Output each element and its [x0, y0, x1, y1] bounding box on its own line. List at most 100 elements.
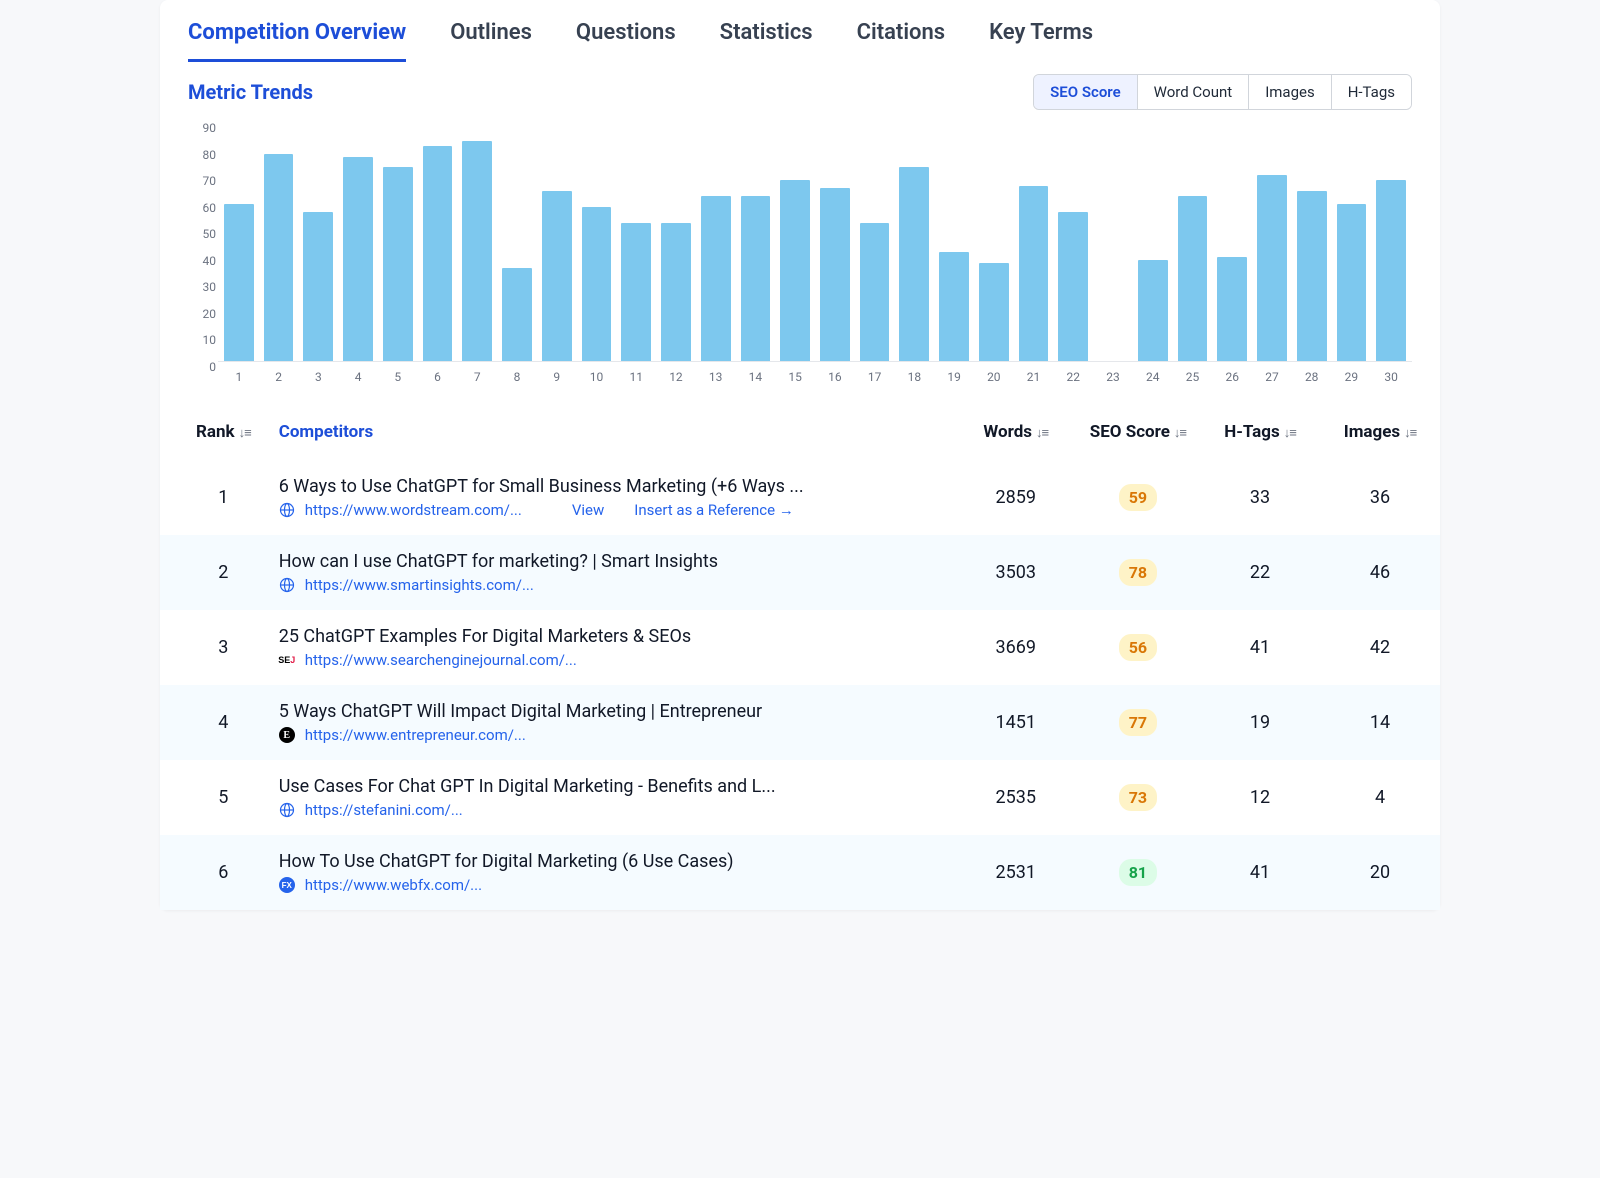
tab-key-terms[interactable]: Key Terms [989, 12, 1093, 62]
x-tick: 23 [1098, 370, 1128, 384]
x-tick: 14 [741, 370, 771, 384]
favicon-icon [279, 802, 295, 818]
rank-cell: 4 [160, 685, 265, 760]
x-tick: 25 [1178, 370, 1208, 384]
bar [661, 223, 691, 361]
seo-badge: 78 [1119, 559, 1157, 586]
rank-cell: 6 [160, 835, 265, 910]
bar [502, 268, 532, 361]
images-cell: 36 [1320, 460, 1440, 535]
competitor-url[interactable]: https://www.searchenginejournal.com/... [305, 651, 577, 669]
rank-cell: 1 [160, 460, 265, 535]
favicon-icon: FX [279, 877, 295, 893]
words-cell: 2535 [956, 760, 1076, 835]
competitor-cell: Use Cases For Chat GPT In Digital Market… [265, 760, 956, 835]
htags-cell: 19 [1200, 685, 1320, 760]
competitor-url[interactable]: https://www.webfx.com/... [305, 876, 482, 894]
htags-cell: 33 [1200, 460, 1320, 535]
sort-icon: ↓≡ [1036, 425, 1048, 441]
seo-cell: 78 [1076, 535, 1200, 610]
metric-trends-chart: 9080706050403020100 12345678910111213141… [160, 114, 1440, 404]
col-htags[interactable]: H-Tags↓≡ [1200, 404, 1320, 460]
col-words[interactable]: Words↓≡ [956, 404, 1076, 460]
tab-statistics[interactable]: Statistics [720, 12, 813, 62]
competitor-title: How To Use ChatGPT for Digital Marketing… [279, 851, 942, 872]
competitor-url[interactable]: https://www.smartinsights.com/... [305, 576, 534, 594]
seo-badge: 77 [1119, 709, 1157, 736]
x-tick: 29 [1337, 370, 1367, 384]
favicon-icon: E [279, 727, 295, 743]
insert-reference-link[interactable]: Insert as a Reference → [634, 501, 794, 519]
tabs: Competition Overview Outlines Questions Sta… [160, 0, 1440, 62]
x-tick: 27 [1257, 370, 1287, 384]
competitor-url[interactable]: https://stefanini.com/... [305, 801, 463, 819]
table-row[interactable]: 45 Ways ChatGPT Will Impact Digital Mark… [160, 685, 1440, 760]
table-row[interactable]: 325 ChatGPT Examples For Digital Markete… [160, 610, 1440, 685]
seo-cell: 59 [1076, 460, 1200, 535]
table-row[interactable]: 2How can I use ChatGPT for marketing? | … [160, 535, 1440, 610]
bar [741, 196, 771, 361]
metric-images[interactable]: Images [1248, 75, 1331, 109]
x-tick: 5 [383, 370, 413, 384]
bar [462, 141, 492, 361]
x-tick: 3 [303, 370, 333, 384]
seo-cell: 73 [1076, 760, 1200, 835]
words-cell: 2531 [956, 835, 1076, 910]
metric-h-tags[interactable]: H-Tags [1331, 75, 1411, 109]
sort-icon: ↓≡ [239, 425, 251, 441]
section-title-metric-trends: Metric Trends [188, 80, 313, 104]
competitor-title: 6 Ways to Use ChatGPT for Small Business… [279, 476, 942, 497]
x-tick: 30 [1376, 370, 1406, 384]
bar [1019, 186, 1049, 361]
table-row[interactable]: 6 How To Use ChatGPT for Digital Marketin… [160, 835, 1440, 910]
x-tick: 9 [542, 370, 572, 384]
col-seo-score[interactable]: SEO Score↓≡ [1076, 404, 1200, 460]
col-rank[interactable]: Rank↓≡ [160, 404, 265, 460]
tab-citations[interactable]: Citations [857, 12, 945, 62]
x-tick: 6 [423, 370, 453, 384]
bar [979, 263, 1009, 361]
bar [1178, 196, 1208, 361]
competitor-url[interactable]: https://www.wordstream.com/... [305, 501, 522, 519]
table-row[interactable]: 1 6 Ways to Use ChatGPT for Small Busines… [160, 460, 1440, 535]
metric-word-count[interactable]: Word Count [1137, 75, 1249, 109]
view-link[interactable]: View [572, 501, 604, 519]
competitor-cell: 6 Ways to Use ChatGPT for Small Business… [265, 460, 956, 535]
seo-cell: 77 [1076, 685, 1200, 760]
x-tick: 21 [1019, 370, 1049, 384]
x-tick: 19 [939, 370, 969, 384]
sort-icon: ↓≡ [1404, 425, 1416, 441]
bar [264, 154, 294, 361]
tab-questions[interactable]: Questions [576, 12, 676, 62]
images-cell: 4 [1320, 760, 1440, 835]
tab-competition-overview[interactable]: Competition Overview [188, 12, 406, 62]
chart-y-axis: 9080706050403020100 [188, 122, 216, 361]
bar [224, 204, 254, 361]
col-images[interactable]: Images↓≡ [1320, 404, 1440, 460]
bar [1217, 257, 1247, 361]
competitor-title: How can I use ChatGPT for marketing? | S… [279, 551, 942, 572]
metric-seo-score[interactable]: SEO Score [1034, 75, 1136, 109]
words-cell: 2859 [956, 460, 1076, 535]
images-cell: 14 [1320, 685, 1440, 760]
competitor-url[interactable]: https://www.entrepreneur.com/... [305, 726, 526, 744]
bar [542, 191, 572, 361]
bar [939, 252, 969, 361]
table-row[interactable]: 5Use Cases For Chat GPT In Digital Marke… [160, 760, 1440, 835]
competitor-cell: How To Use ChatGPT for Digital Marketing… [265, 835, 956, 910]
competitor-title: Use Cases For Chat GPT In Digital Market… [279, 776, 942, 797]
bar [1138, 260, 1168, 361]
x-tick: 20 [979, 370, 1009, 384]
favicon-icon: SEJ [279, 652, 295, 668]
bar [820, 188, 850, 361]
x-tick: 11 [621, 370, 651, 384]
x-tick: 12 [661, 370, 691, 384]
bar [701, 196, 731, 361]
tab-outlines[interactable]: Outlines [450, 12, 532, 62]
col-competitors[interactable]: Competitors [265, 404, 956, 460]
x-tick: 10 [582, 370, 612, 384]
x-tick: 28 [1297, 370, 1327, 384]
bar [1376, 180, 1406, 361]
competitor-cell: 25 ChatGPT Examples For Digital Marketer… [265, 610, 956, 685]
metric-toggle: SEO ScoreWord CountImagesH-Tags [1033, 74, 1412, 110]
